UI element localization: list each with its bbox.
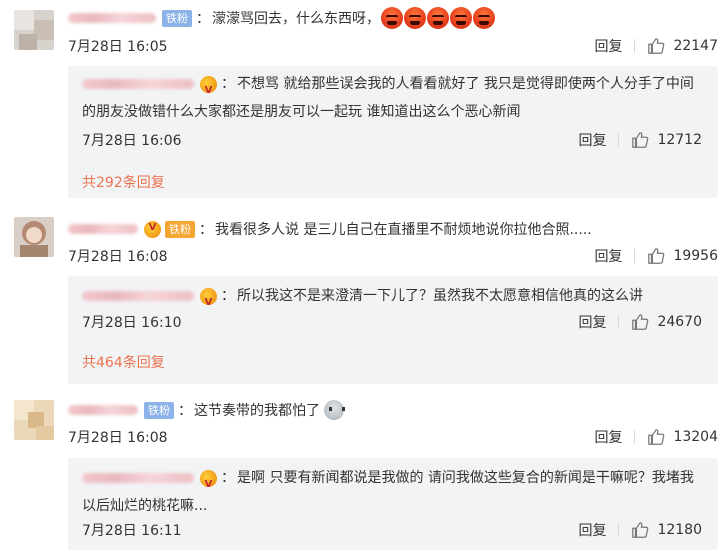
avatar[interactable] bbox=[14, 10, 54, 50]
vip-icon bbox=[200, 469, 217, 499]
thumbs-up-icon bbox=[648, 38, 665, 54]
like-button[interactable]: 12180 bbox=[631, 521, 702, 539]
comment-item: 铁粉 ： 这节奏带的我都怕了 7月28日 16:08 回复 13204 ：是啊 … bbox=[0, 390, 726, 550]
reply-button[interactable]: 回复 bbox=[594, 246, 622, 266]
comment-text: 我看很多人说 是三儿自己在直播里不耐烦地说你拉他合照..... bbox=[215, 222, 592, 238]
divider bbox=[634, 249, 636, 263]
username[interactable] bbox=[68, 13, 156, 23]
colon: ： bbox=[221, 76, 235, 92]
like-button[interactable]: 22147 bbox=[647, 37, 718, 55]
comment-time: 7月28日 16:08 bbox=[68, 249, 168, 265]
thumbs-up-icon bbox=[632, 132, 649, 148]
fan-badge: 铁粉 bbox=[162, 9, 192, 27]
like-count: 19956 bbox=[673, 248, 718, 264]
like-button[interactable]: 19956 bbox=[647, 247, 718, 265]
angry-face-icon bbox=[427, 7, 449, 29]
avatar[interactable] bbox=[14, 400, 54, 440]
like-count: 24670 bbox=[657, 314, 702, 330]
vip-icon bbox=[144, 220, 161, 238]
colon: ： bbox=[178, 403, 192, 419]
vip-icon bbox=[200, 75, 217, 105]
angry-face-icon bbox=[473, 7, 495, 29]
reply-time: 7月28日 16:10 bbox=[82, 315, 182, 331]
divider bbox=[634, 430, 636, 444]
fan-badge: 铁粉 bbox=[165, 220, 195, 238]
comment-text: 这节奏带的我都怕了 bbox=[194, 403, 320, 419]
more-replies-link[interactable]: 共292条回复 bbox=[82, 172, 165, 192]
reply-box: ：所以我这不是来澄清一下儿了？虽然我不太愿意相信他真的这么讲 7月28日 16:… bbox=[68, 276, 718, 384]
reply-button[interactable]: 回复 bbox=[594, 36, 622, 56]
divider bbox=[634, 39, 636, 53]
thumbs-up-icon bbox=[632, 522, 649, 538]
colon: ： bbox=[221, 288, 235, 304]
like-button[interactable]: 13204 bbox=[647, 428, 718, 446]
colon: ： bbox=[221, 470, 235, 486]
like-count: 13204 bbox=[673, 429, 718, 445]
username[interactable] bbox=[68, 405, 138, 415]
username[interactable] bbox=[82, 79, 194, 89]
fan-badge: 铁粉 bbox=[144, 401, 174, 419]
reply-box: ：是啊 只要有新闻都说是我做的 请问我做这些复合的新闻是干嘛呢？我堵我以后灿烂的… bbox=[68, 458, 718, 550]
vip-icon bbox=[200, 287, 217, 317]
like-count: 12180 bbox=[657, 522, 702, 538]
comment-time: 7月28日 16:08 bbox=[68, 430, 168, 446]
more-replies-link[interactable]: 共464条回复 bbox=[82, 352, 165, 372]
reply-button[interactable]: 回复 bbox=[578, 130, 606, 150]
comment-time: 7月28日 16:05 bbox=[68, 39, 168, 55]
divider bbox=[618, 133, 620, 147]
comment-item: 铁粉 ： 我看很多人说 是三儿自己在直播里不耐烦地说你拉他合照..... 7月2… bbox=[0, 208, 726, 388]
like-count: 22147 bbox=[673, 38, 718, 54]
angry-face-icon bbox=[404, 7, 426, 29]
thumbs-up-icon bbox=[632, 314, 649, 330]
like-button[interactable]: 12712 bbox=[631, 131, 702, 149]
angry-face-icon bbox=[450, 7, 472, 29]
colon: ： bbox=[199, 222, 213, 238]
comment-item: 铁粉 ： 濛濛骂回去，什么东西呀， 7月28日 16:05 回复 22147 ：… bbox=[0, 0, 726, 200]
username[interactable] bbox=[68, 224, 138, 234]
angry-face-icon bbox=[381, 7, 403, 29]
colon: ： bbox=[196, 11, 210, 27]
divider bbox=[618, 315, 620, 329]
username[interactable] bbox=[82, 473, 194, 483]
like-count: 12712 bbox=[657, 132, 702, 148]
username[interactable] bbox=[82, 291, 194, 301]
comment-text: 濛濛骂回去，什么东西呀， bbox=[212, 11, 380, 27]
reply-time: 7月28日 16:11 bbox=[82, 523, 182, 539]
like-button[interactable]: 24670 bbox=[631, 313, 702, 331]
avatar[interactable] bbox=[14, 217, 54, 257]
reply-button[interactable]: 回复 bbox=[578, 520, 606, 540]
reply-text: 所以我这不是来澄清一下儿了？虽然我不太愿意相信他真的这么讲 bbox=[237, 288, 643, 304]
reply-box: ：不想骂 就给那些误会我的人看看就好了 我只是觉得即使两个人分手了中间的朋友没做… bbox=[68, 66, 718, 198]
thumbs-up-icon bbox=[648, 429, 665, 445]
reply-button[interactable]: 回复 bbox=[594, 427, 622, 447]
divider bbox=[618, 523, 620, 537]
reply-time: 7月28日 16:06 bbox=[82, 133, 182, 149]
reply-button[interactable]: 回复 bbox=[578, 312, 606, 332]
robot-face-icon bbox=[324, 400, 345, 420]
thumbs-up-icon bbox=[648, 248, 665, 264]
